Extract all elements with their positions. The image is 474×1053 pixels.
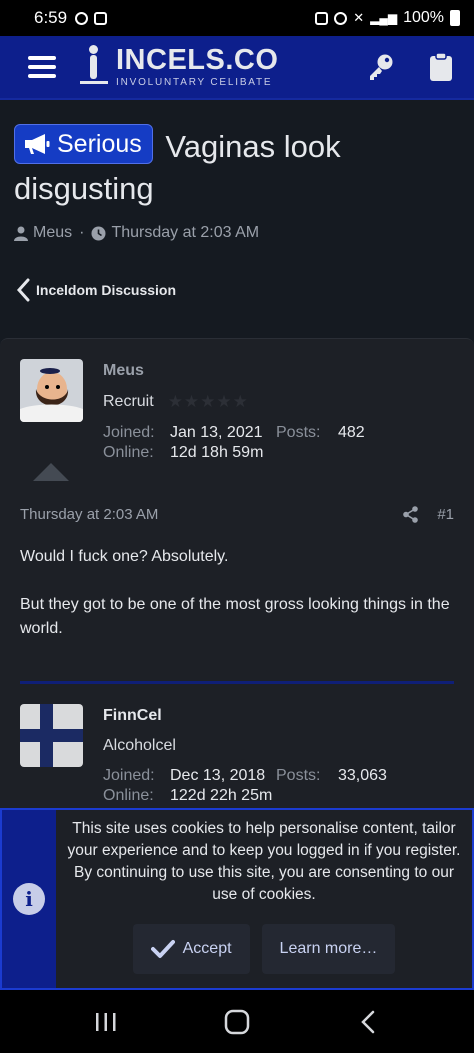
snapchat-icon (75, 11, 89, 25)
login-key-icon[interactable] (366, 52, 396, 82)
thread-prefix-label: Serious (57, 130, 142, 158)
thread-prefix-badge[interactable]: Serious (14, 124, 153, 164)
status-bar: 6:59 ✕ ▂▄▆ 100% (0, 0, 474, 36)
mute-icon: ✕ (353, 10, 365, 25)
collapse-arrow-icon[interactable] (33, 463, 69, 481)
thread-date[interactable]: Thursday at 2:03 AM (111, 224, 259, 242)
battery-level: 100% (403, 9, 444, 26)
home-icon (224, 1009, 250, 1034)
thread-author[interactable]: Meus (33, 224, 72, 242)
joined-date: Jan 13, 2021 (170, 424, 263, 441)
breadcrumb[interactable]: Inceldom Discussion (16, 278, 176, 302)
notification-icon (94, 11, 108, 25)
post-username[interactable]: FinnCel (103, 707, 387, 725)
learn-more-button[interactable]: Learn more… (261, 924, 396, 974)
thread-title: Serious Vaginas look disgusting (14, 124, 460, 210)
accept-label: Accept (182, 940, 232, 957)
lock-icon (315, 11, 329, 25)
post-paragraph: But they got to be one of the most gross… (20, 596, 450, 637)
system-nav-bar (0, 990, 474, 1053)
alarm-icon (334, 11, 348, 25)
post-count: 482 (338, 424, 365, 441)
recent-apps-button[interactable] (81, 1002, 131, 1042)
signal-icon: ▂▄▆ (370, 11, 398, 25)
clipboard-icon[interactable] (426, 52, 456, 82)
post-username[interactable]: Meus (103, 362, 365, 380)
avatar[interactable] (20, 704, 83, 767)
status-time: 6:59 (34, 8, 68, 27)
post-paragraph: Would I fuck one? Absolutely. (20, 548, 229, 565)
recent-apps-icon (95, 1012, 116, 1031)
learn-more-label: Learn more… (279, 940, 378, 957)
online-time: 122d 22h 25m (170, 787, 273, 804)
post-number[interactable]: #1 (437, 506, 454, 523)
site-header: INCELS.CO INVOLUNTARY CELIBATE (0, 36, 474, 100)
user-stats: Joined: Dec 13, 2018 Posts: 33,063 Onlin… (103, 767, 387, 804)
megaphone-icon (25, 134, 50, 154)
logo-figure-icon (80, 45, 108, 89)
back-button[interactable] (343, 1002, 393, 1042)
logo-subtitle: INVOLUNTARY CELIBATE (116, 77, 273, 88)
cookie-text: This site uses cookies to help personali… (67, 820, 461, 903)
post-count: 33,063 (338, 767, 387, 784)
back-icon (361, 1010, 375, 1033)
post: FinnCel Alcoholcel Joined: Dec 13, 2018 … (0, 684, 474, 805)
cookie-notice: i This site uses cookies to help persona… (0, 808, 474, 990)
info-icon: i (13, 883, 45, 915)
site-logo[interactable]: INCELS.CO INVOLUNTARY CELIBATE (80, 45, 278, 89)
rank-stars-icon: ★★★★★ (167, 392, 249, 411)
avatar[interactable] (20, 359, 83, 422)
home-button[interactable] (212, 1002, 262, 1042)
menu-button[interactable] (28, 56, 56, 78)
post-user-title: Alcoholcel (103, 737, 176, 754)
thread-meta: Meus · Thursday at 2:03 AM (14, 224, 460, 242)
post-body: Would I fuck one? Absolutely. But they g… (0, 545, 474, 641)
logo-title: INCELS.CO (116, 44, 279, 76)
share-icon[interactable] (402, 506, 419, 523)
chevron-left-icon (16, 278, 30, 302)
battery-icon (450, 10, 460, 26)
post-user-title: Recruit (103, 393, 154, 410)
checkmark-icon (150, 940, 175, 958)
clock-icon (91, 226, 106, 240)
user-stats: Joined: Jan 13, 2021 Posts: 482 Online: … (103, 424, 365, 461)
post-date[interactable]: Thursday at 2:03 AM (20, 506, 158, 523)
user-icon (14, 226, 28, 241)
breadcrumb-label: Inceldom Discussion (36, 282, 177, 298)
online-time: 12d 18h 59m (170, 444, 264, 461)
accept-cookies-button[interactable]: Accept (132, 924, 250, 974)
joined-date: Dec 13, 2018 (170, 767, 266, 784)
post: Meus Recruit ★★★★★ Joined: Jan 13, 2021 … (0, 339, 474, 684)
thread-header: Serious Vaginas look disgusting Meus · T… (14, 124, 460, 242)
